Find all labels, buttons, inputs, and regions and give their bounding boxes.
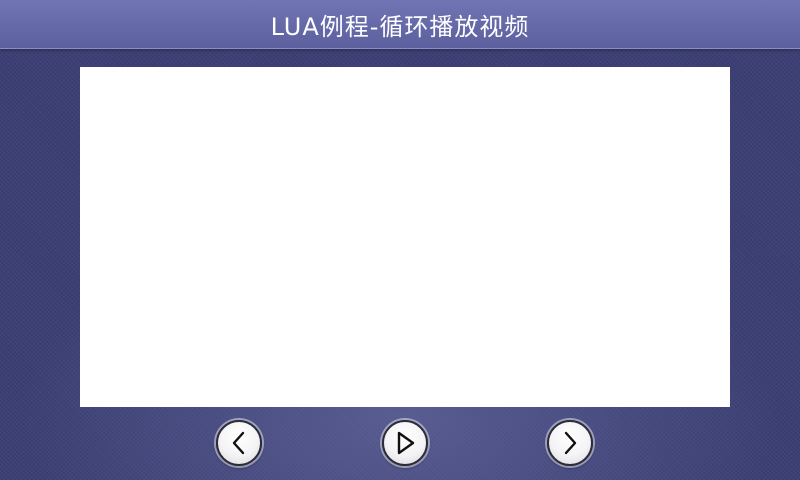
video-display[interactable] [80,67,730,407]
play-button[interactable] [382,420,428,466]
chevron-right-icon [564,431,577,455]
title-bar: LUA例程-循环播放视频 [0,0,800,49]
chevron-left-icon [232,431,245,455]
previous-button[interactable] [216,420,262,466]
play-icon [397,431,415,455]
next-button[interactable] [547,420,593,466]
page-title: LUA例程-循环播放视频 [270,12,530,41]
app-screen: LUA例程-循环播放视频 [0,0,800,480]
